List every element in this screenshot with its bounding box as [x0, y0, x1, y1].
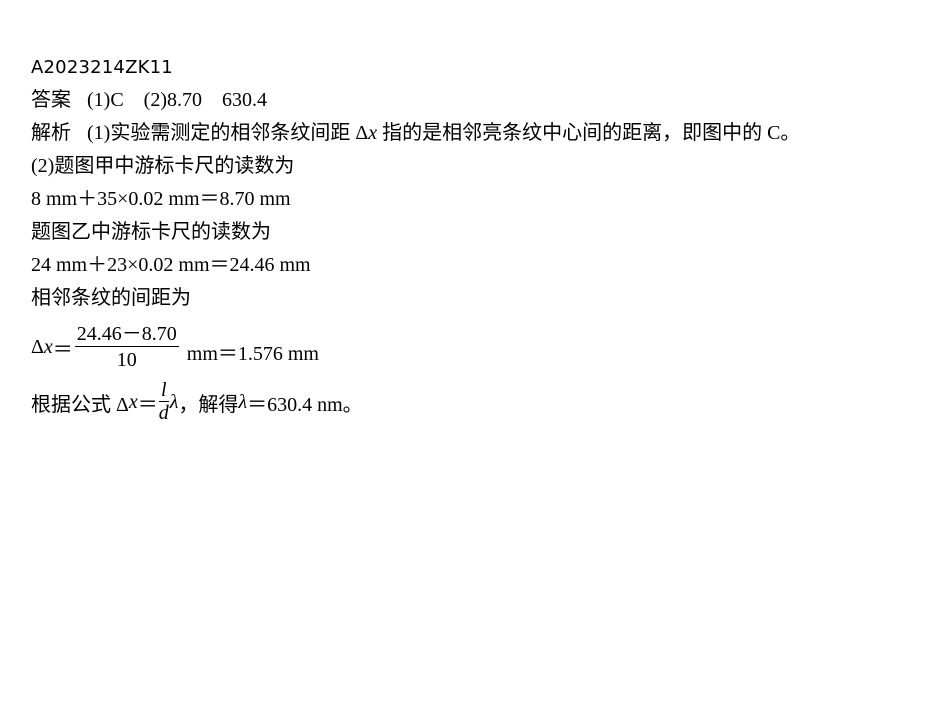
answer-part1: (1)C: [87, 89, 124, 111]
analysis-line-5: 24 mm＋23×0.02 mm＝24.46 mm: [31, 254, 311, 276]
answer-part2-value: 630.4: [222, 89, 267, 111]
eq1-result: mm＝1.576 mm: [186, 342, 319, 365]
analysis-line-6: 相邻条纹的间距为: [31, 287, 191, 309]
eq2-mid: ，解得: [178, 393, 239, 416]
document-id: A2023214ZK11: [31, 57, 173, 78]
analysis-line-1: 解析 (1)实验需测定的相邻条纹间距 Δx 指的是相邻亮条纹中心间的距离，即图中的…: [31, 119, 931, 152]
eq2-fraction: l d: [159, 380, 169, 424]
answer-part2: (2)8.70: [143, 89, 202, 111]
analysis-part1-text-b: 指的是相邻亮条纹中心间的距离，即图中的 C。: [377, 122, 801, 144]
eq2-numerator: l: [158, 379, 169, 402]
answer-label: 答案: [31, 89, 71, 111]
eq2-prefix: 根据公式 Δ: [31, 393, 129, 416]
eq1-equals: ＝: [52, 338, 73, 361]
eq2-lambda: λ: [169, 390, 179, 413]
document-body: A2023214ZK11 答案 (1)C (2)8.70 630.4 解析 (1)实验需…: [31, 54, 931, 427]
analysis-line-4: 题图乙中游标卡尺的读数为: [31, 221, 271, 243]
eq1-delta: Δ: [31, 335, 44, 358]
analysis-line-3: 8 mm＋35×0.02 mm＝8.70 mm: [31, 188, 291, 210]
analysis-part1-var: x: [368, 122, 378, 144]
eq2-lambda-2: λ: [238, 390, 248, 413]
eq2-result: ＝630.4 nm。: [247, 393, 363, 416]
answer-line: 答案 (1)C (2)8.70 630.4: [31, 86, 931, 119]
wavelength-equation: 根据公式 Δx ＝ l d λ ，解得 λ ＝630.4 nm。: [31, 377, 931, 427]
eq1-numerator: 24.46－8.70: [74, 322, 179, 347]
eq1-var: x: [43, 335, 53, 358]
eq1-fraction: 24.46－8.70 10: [74, 322, 179, 372]
eq2-var: x: [128, 390, 138, 413]
analysis-label: 解析: [31, 122, 71, 144]
spacing-equation: Δx ＝ 24.46－8.70 10 mm＝1.576 mm: [31, 321, 931, 373]
analysis-line-2: (2)题图甲中游标卡尺的读数为: [31, 155, 295, 177]
eq1-denominator: 10: [116, 348, 137, 371]
eq2-equals: ＝: [137, 393, 158, 416]
analysis-part1-text-a: (1)实验需测定的相邻条纹间距 Δ: [87, 122, 369, 144]
eq2-denominator: d: [158, 402, 169, 424]
